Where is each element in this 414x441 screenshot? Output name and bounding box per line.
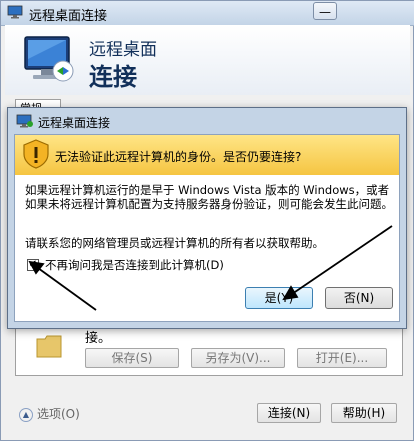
save-as-button[interactable]: 另存为(V)... bbox=[191, 348, 285, 368]
folder-icon bbox=[36, 335, 62, 358]
dialog-message: 如果远程计算机运行的是早于 Windows Vista 版本的 Windows，… bbox=[25, 183, 393, 211]
panel-text-fragment: 接。 bbox=[85, 331, 112, 346]
dialog-title: 远程桌面连接 bbox=[38, 116, 111, 130]
no-button[interactable]: 否(N) bbox=[325, 287, 393, 309]
window-title: 远程桌面连接 bbox=[29, 9, 108, 24]
dialog-help-text: 请联系您的网络管理员或远程计算机的所有者以获取帮助。 bbox=[25, 236, 324, 250]
header-title: 连接 bbox=[89, 63, 137, 91]
options-toggle[interactable]: ▲ 选项(O) bbox=[19, 405, 80, 422]
warning-banner: 无法验证此远程计算机的身份。是否仍要连接? bbox=[15, 135, 399, 175]
dont-ask-label[interactable]: 不再询问我是否连接到此计算机(D) bbox=[45, 257, 224, 273]
yes-button[interactable]: 是(Y) bbox=[245, 287, 313, 309]
certificate-warning-dialog: 远程桌面连接 无法验证此远程计算机的身份。是否仍要连接? 如果远程计算机运行的是… bbox=[7, 107, 407, 329]
minimize-button[interactable]: — bbox=[313, 2, 337, 20]
window-titlebar: 远程桌面连接 — bbox=[1, 1, 414, 26]
remote-desktop-icon bbox=[16, 114, 33, 128]
connect-button[interactable]: 连接(N) bbox=[257, 403, 321, 423]
warning-shield-icon bbox=[23, 139, 49, 169]
chevron-up-icon: ▲ bbox=[19, 407, 33, 422]
open-button[interactable]: 打开(E)... bbox=[297, 348, 387, 368]
dialog-titlebar: 远程桌面连接 bbox=[8, 108, 406, 134]
dont-ask-checkbox[interactable]: ✔ bbox=[27, 259, 39, 271]
save-button[interactable]: 保存(S) bbox=[85, 348, 179, 368]
options-label: 选项(O) bbox=[37, 407, 80, 421]
dialog-body: 无法验证此远程计算机的身份。是否仍要连接? 如果远程计算机运行的是早于 Wind… bbox=[14, 134, 400, 322]
monitor-icon bbox=[24, 36, 74, 82]
warning-text: 无法验证此远程计算机的身份。是否仍要连接? bbox=[55, 150, 302, 164]
window-banner: 远程桌面 连接 bbox=[5, 25, 410, 95]
remote-desktop-icon bbox=[7, 5, 23, 19]
help-button[interactable]: 帮助(H) bbox=[331, 403, 397, 423]
